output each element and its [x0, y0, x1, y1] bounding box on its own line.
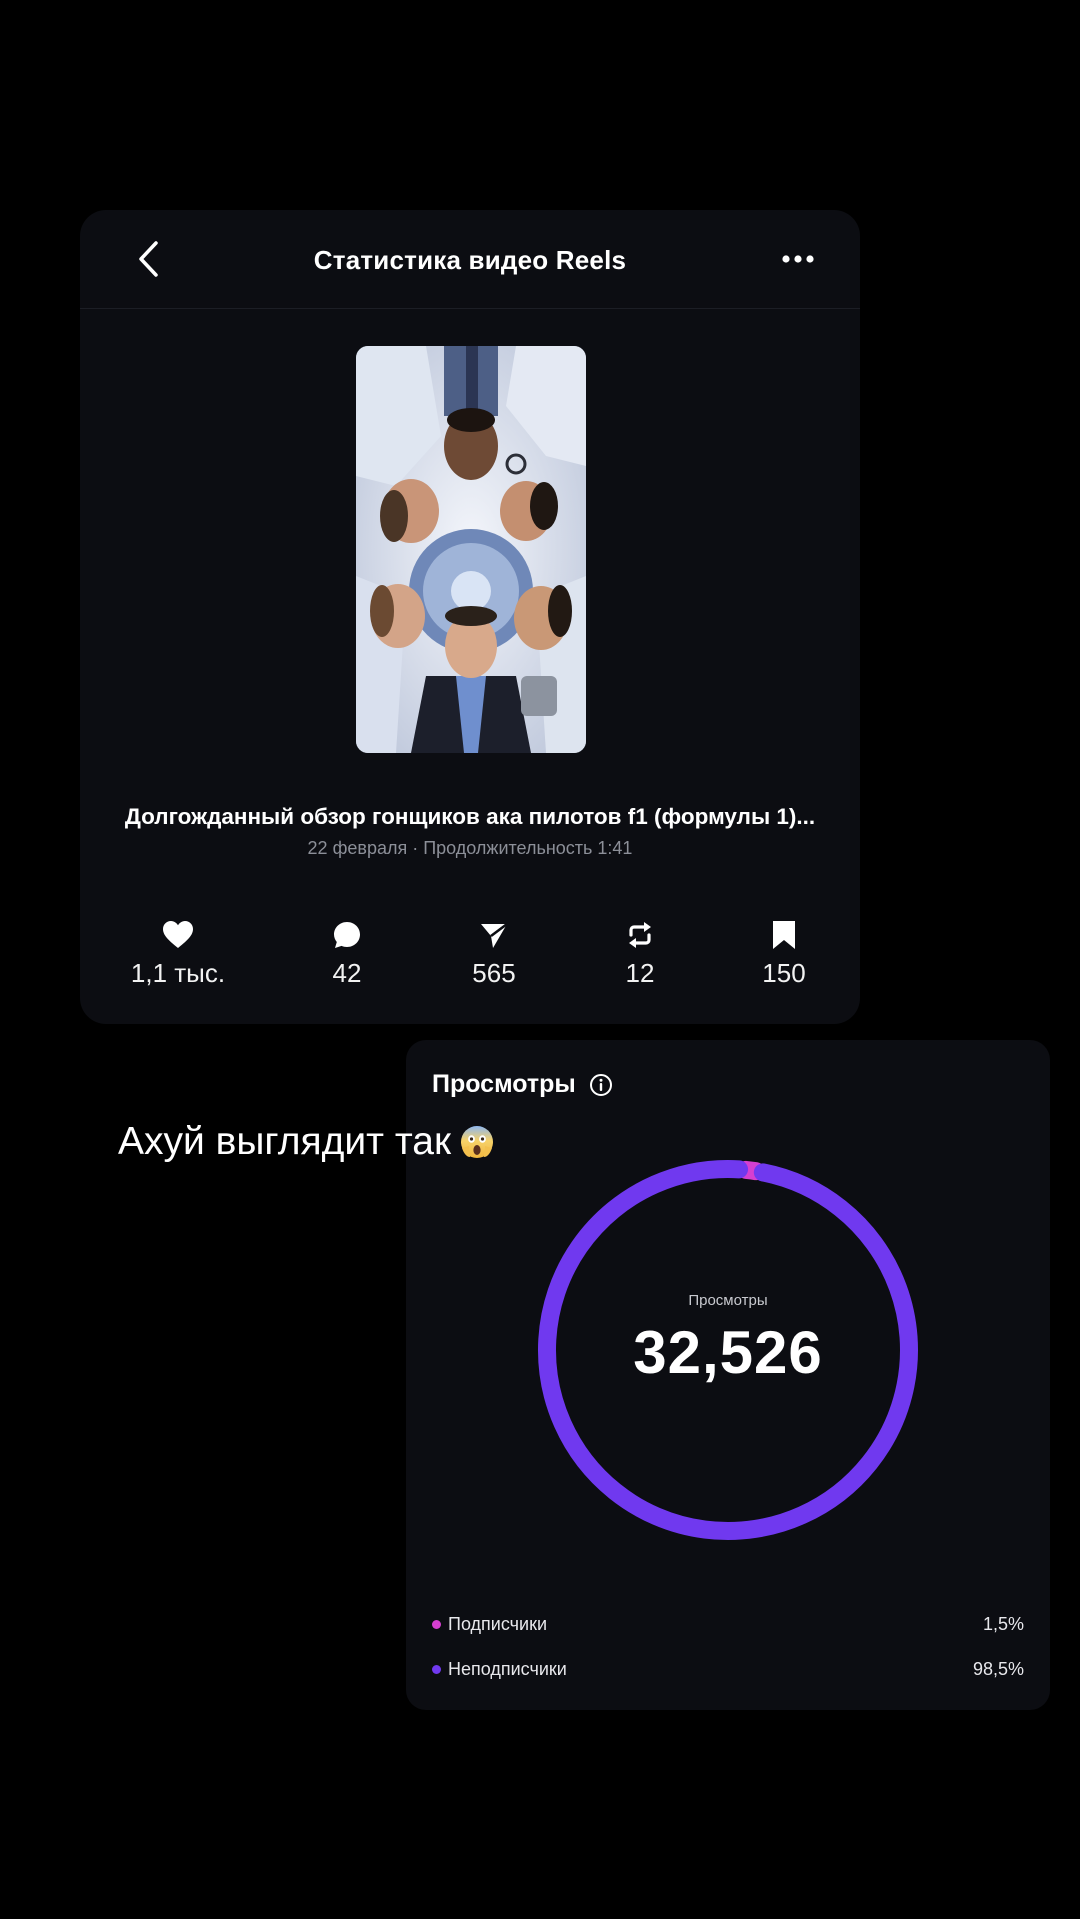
comments-count: 42 — [332, 958, 362, 988]
donut-center-label: Просмотры — [688, 1292, 768, 1309]
likes-count: 1,1 тыс. — [130, 958, 226, 988]
legend-percent: 98,5% — [972, 1658, 1024, 1679]
shares-count: 565 — [472, 958, 516, 988]
saves-count: 150 — [762, 958, 806, 988]
engagement-stats: 1,1 тыс. 42 565 12 150 — [80, 918, 860, 998]
more-options-button[interactable] — [772, 236, 824, 282]
views-card: Просмотры Просмотры 32,526 Подписчики 1,… — [406, 1040, 1050, 1710]
followers-dot — [432, 1619, 441, 1629]
more-dots-icon — [782, 255, 814, 263]
legend-item-non-followers: Неподписчики 98,5% — [432, 1657, 1024, 1681]
legend-label: Подписчики — [448, 1613, 548, 1634]
caption-text: Ахуй выглядит так — [118, 1120, 452, 1163]
bookmark-icon — [773, 921, 795, 949]
video-meta: 22 февраля · Продолжительность 1:41 — [307, 838, 633, 858]
stat-shares[interactable]: 565 — [414, 918, 574, 989]
stat-likes[interactable]: 1,1 тыс. — [98, 918, 258, 989]
stat-saves[interactable]: 150 — [704, 918, 860, 989]
views-total: 32,526 — [633, 1319, 823, 1386]
heart-icon — [163, 921, 193, 948]
story-caption: Ахуй выглядит так — [118, 1120, 495, 1164]
reels-stats-card: Статистика видео Reels Долгожданный обзо… — [80, 210, 860, 1024]
reposts-count: 12 — [625, 958, 655, 988]
header-bar: Статистика видео Reels — [80, 210, 860, 309]
views-title: Просмотры — [432, 1070, 576, 1098]
video-title: Долгожданный обзор гонщиков ака пилотов … — [124, 804, 816, 829]
legend-item-followers: Подписчики 1,5% — [432, 1612, 1024, 1636]
non-followers-dot — [432, 1664, 441, 1674]
legend-label: Неподписчики — [448, 1658, 567, 1679]
info-icon — [589, 1073, 612, 1096]
page-title: Статистика видео Reels — [313, 245, 627, 275]
share-icon — [481, 922, 508, 948]
views-header: Просмотры — [432, 1070, 614, 1099]
stat-reposts[interactable]: 12 — [560, 918, 720, 989]
video-thumbnail[interactable] — [356, 346, 586, 753]
scream-emoji-icon — [461, 1126, 494, 1158]
info-button[interactable] — [588, 1072, 614, 1098]
stat-comments[interactable]: 42 — [267, 918, 427, 989]
legend-percent: 1,5% — [982, 1613, 1024, 1634]
repost-icon — [629, 922, 651, 948]
thumbnail-image — [356, 346, 586, 753]
comment-icon — [334, 922, 360, 948]
